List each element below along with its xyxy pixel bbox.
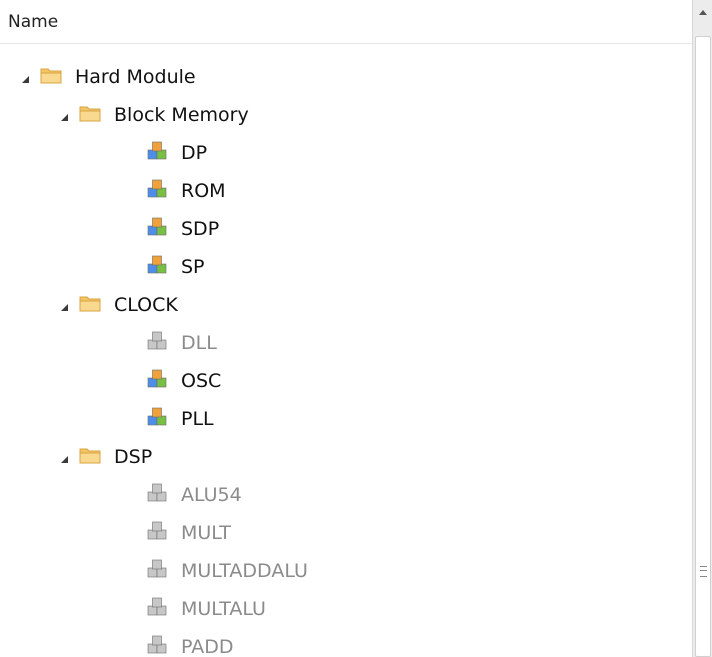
expand-arrow-icon[interactable] [61, 455, 68, 463]
expand-arrow-icon[interactable] [22, 75, 29, 83]
folder-icon [39, 63, 63, 92]
module-cubes-icon [147, 635, 167, 653]
tree-item[interactable]: MULTALU [128, 590, 266, 628]
module-cubes-icon [147, 179, 167, 197]
module-cubes-icon [145, 633, 169, 657]
tree-item-label: PLL [181, 408, 214, 430]
folder-icon [40, 68, 62, 83]
module-cubes-icon [145, 481, 169, 510]
module-cubes-icon [145, 139, 169, 168]
module-cubes-icon [147, 407, 167, 425]
module-cubes-icon [145, 519, 169, 548]
module-cubes-icon [147, 369, 167, 387]
tree-item[interactable]: DP [128, 134, 207, 172]
module-cubes-icon [145, 253, 169, 282]
tree-item[interactable]: SP [128, 248, 205, 286]
tree-item[interactable]: DSP [61, 438, 152, 476]
tree-item[interactable]: ALU54 [128, 476, 242, 514]
tree-item[interactable]: Hard Module [22, 58, 196, 96]
module-cubes-icon [147, 255, 167, 273]
tree-item-label: Block Memory [114, 104, 249, 126]
module-cubes-icon [145, 329, 169, 358]
tree-item-label: Hard Module [75, 66, 196, 88]
tree-item-label: ALU54 [181, 484, 242, 506]
name-column-header[interactable]: Name [0, 0, 692, 44]
folder-icon [79, 106, 101, 121]
module-cubes-icon [147, 217, 167, 235]
module-tree-panel: Name Hard Module Block Memory DP ROM SDP… [0, 0, 712, 657]
tree-item[interactable]: PADD [128, 628, 234, 657]
folder-icon [79, 296, 101, 311]
folder-icon [78, 101, 102, 130]
tree-item[interactable]: ROM [128, 172, 226, 210]
scrollbar-grip-icon [700, 566, 707, 577]
tree-item-label: MULTALU [181, 598, 266, 620]
tree-item[interactable]: DLL [128, 324, 217, 362]
tree-item-label: CLOCK [114, 294, 178, 316]
tree-item-label: DP [181, 142, 208, 164]
tree-item[interactable]: PLL [128, 400, 214, 438]
module-cubes-icon [145, 367, 169, 396]
tree-item-label: ROM [181, 180, 226, 202]
scroll-up-arrow-icon [699, 9, 707, 15]
tree-item[interactable]: SDP [128, 210, 219, 248]
module-cubes-icon [145, 557, 169, 586]
module-cubes-icon [147, 483, 167, 501]
tree-item-label: MULTADDALU [181, 560, 308, 582]
tree-item[interactable]: OSC [128, 362, 221, 400]
scrollbar-thumb[interactable] [695, 36, 711, 657]
module-cubes-icon [145, 215, 169, 244]
module-cubes-icon [147, 331, 167, 349]
folder-icon [78, 291, 102, 320]
module-cubes-icon [145, 405, 169, 434]
expand-arrow-icon[interactable] [61, 113, 68, 121]
tree-item-label: SP [181, 256, 205, 278]
tree-item-label: OSC [181, 370, 222, 392]
name-column-label: Name [8, 12, 59, 32]
tree-item[interactable]: CLOCK [61, 286, 178, 324]
tree-item-label: DSP [114, 446, 153, 468]
module-cubes-icon [147, 559, 167, 577]
tree-item-label: DLL [181, 332, 217, 354]
expand-arrow-icon[interactable] [61, 303, 68, 311]
module-cubes-icon [147, 141, 167, 159]
tree-item[interactable]: MULT [128, 514, 231, 552]
folder-icon [78, 443, 102, 472]
tree-item-label: SDP [181, 218, 220, 240]
module-cubes-icon [145, 595, 169, 624]
folder-icon [79, 448, 101, 463]
module-cubes-icon [145, 177, 169, 206]
scroll-up-button[interactable] [693, 0, 712, 24]
vertical-scrollbar[interactable] [692, 0, 712, 657]
tree-item-label: PADD [181, 636, 234, 657]
module-tree: Hard Module Block Memory DP ROM SDP SP C… [0, 58, 692, 657]
tree-item[interactable]: Block Memory [61, 96, 249, 134]
tree-item-label: MULT [181, 522, 231, 544]
module-cubes-icon [147, 521, 167, 539]
tree-item[interactable]: MULTADDALU [128, 552, 308, 590]
module-cubes-icon [147, 597, 167, 615]
